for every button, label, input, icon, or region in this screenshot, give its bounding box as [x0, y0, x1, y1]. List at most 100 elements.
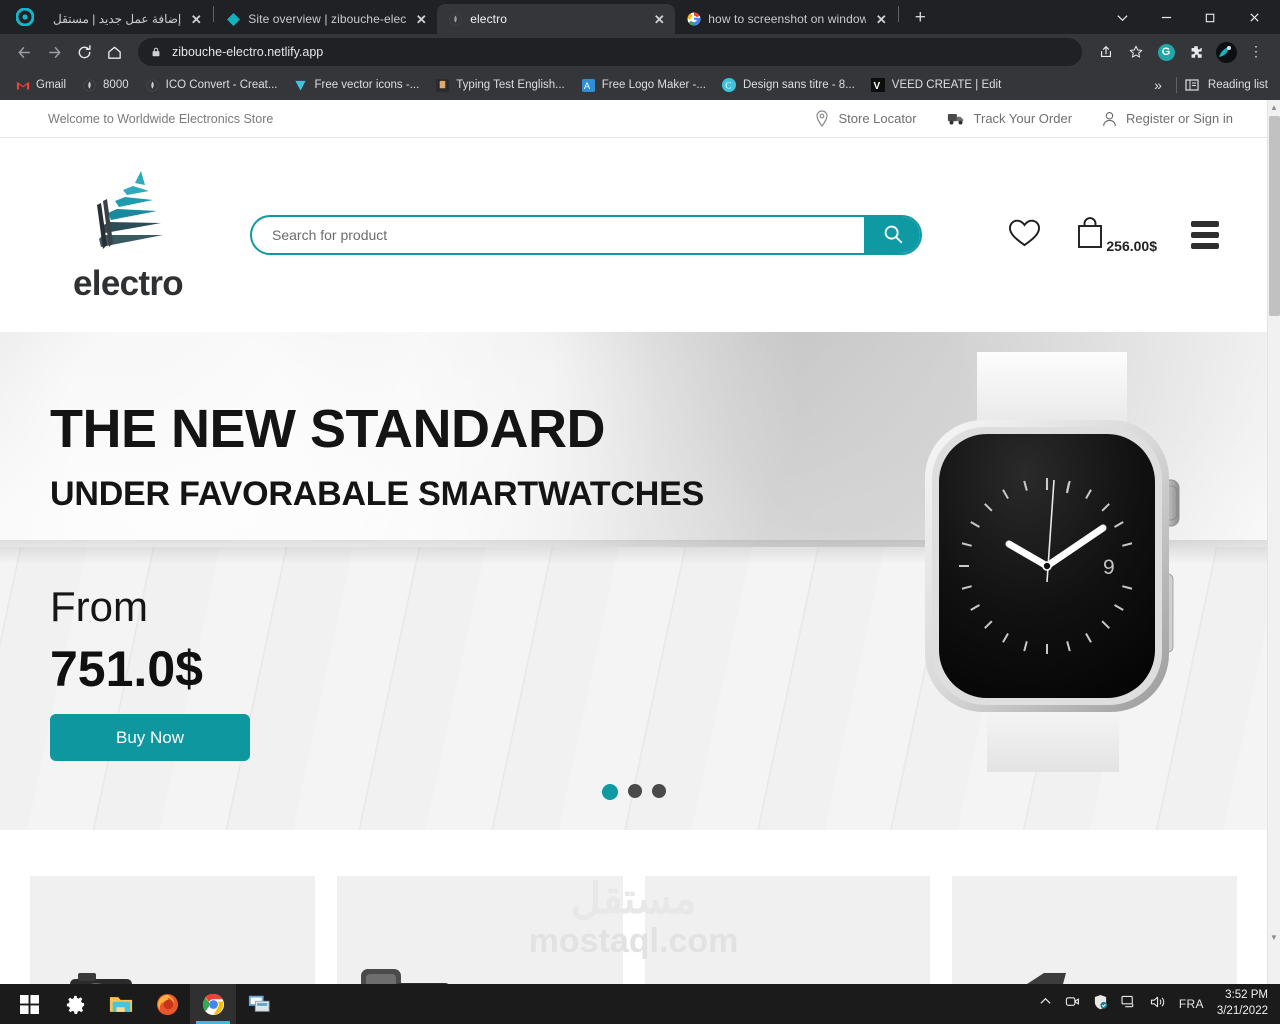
security-shield-icon[interactable]: [1093, 994, 1108, 1015]
remote-desktop-icon[interactable]: [236, 984, 282, 1024]
reading-list-label[interactable]: Reading list: [1208, 79, 1268, 91]
search-icon: [882, 223, 904, 248]
bookmark-item[interactable]: A Free Logo Maker -...: [574, 75, 713, 96]
tab-close-icon[interactable]: ✕: [188, 11, 204, 27]
carousel-dot-2[interactable]: [627, 784, 642, 798]
bookmark-item[interactable]: Typing Test English...: [428, 75, 571, 96]
user-icon: [1102, 111, 1117, 127]
google-icon: [686, 12, 701, 27]
bookmark-label: Free Logo Maker -...: [601, 79, 706, 91]
url-text: zibouche-electro.netlify.app: [172, 45, 324, 59]
close-icon[interactable]: [1232, 1, 1276, 33]
kebab-menu-icon[interactable]: ⋮: [1242, 38, 1270, 66]
product-card[interactable]: Get the Big DEALS: [951, 876, 1237, 984]
bookmark-star-icon[interactable]: [1122, 38, 1150, 66]
track-order-link[interactable]: Track Your Order: [947, 111, 1072, 126]
product-card[interactable]: Get the Big DEALS: [644, 876, 930, 984]
search-bar[interactable]: [250, 215, 922, 255]
topbar-links: Store Locator Track Your Order Register …: [815, 110, 1233, 127]
grammarly-extension-icon[interactable]: G: [1152, 38, 1180, 66]
canva-icon: C: [722, 78, 737, 93]
carousel-dot-1[interactable]: [601, 784, 618, 800]
bookmark-item[interactable]: ICO Convert - Creat...: [138, 75, 285, 96]
minimize-icon[interactable]: [1144, 1, 1188, 33]
browser-tab[interactable]: إضافة عمل جديد | مستقل ✕: [42, 4, 212, 34]
share-icon[interactable]: [1092, 38, 1120, 66]
cart-button[interactable]: 256.00$: [1075, 216, 1157, 255]
globe-icon: [145, 78, 160, 93]
clock[interactable]: 3:52 PM 3/21/2022: [1217, 988, 1268, 1019]
bookmarks-bar: Gmail 8000 ICO Convert - Creat... Free v…: [0, 70, 1280, 100]
windows-start-icon[interactable]: [6, 984, 52, 1024]
reload-icon[interactable]: [70, 38, 98, 66]
page-scrollbar[interactable]: ▲ ▼: [1267, 100, 1280, 984]
browser-tab[interactable]: Site overview | zibouche-electro ✕: [215, 4, 437, 34]
divider: [1175, 77, 1177, 93]
typing-icon: [435, 78, 450, 93]
cart-total: 256.00$: [1106, 237, 1157, 254]
carousel-dot-3[interactable]: [651, 784, 666, 798]
bookmarks-overflow-button[interactable]: »: [1148, 77, 1168, 93]
back-icon[interactable]: [10, 38, 38, 66]
product-cards-row: Get the Big DEALS Get the Big DEALS: [0, 830, 1267, 984]
bookmark-item[interactable]: 8000: [75, 75, 136, 96]
electro-logo-icon: [83, 169, 173, 262]
puzzle-extension-icon[interactable]: [1182, 38, 1210, 66]
scroll-down-arrow-icon[interactable]: ▼: [1268, 930, 1280, 944]
site-topbar: Welcome to Worldwide Electronics Store S…: [0, 100, 1267, 138]
wishlist-button[interactable]: [1008, 218, 1041, 253]
tab-title: how to screenshot on windows 1: [708, 12, 867, 26]
tab-close-icon[interactable]: ✕: [413, 11, 429, 27]
carousel-dots: [0, 784, 1267, 800]
firefox-icon[interactable]: [144, 984, 190, 1024]
bookmark-label: VEED CREATE | Edit: [891, 79, 1002, 91]
smartwatch-image: 9: [899, 352, 1209, 777]
scroll-up-arrow-icon[interactable]: ▲: [1268, 100, 1280, 114]
website-content: Welcome to Worldwide Electronics Store S…: [0, 100, 1267, 984]
product-card[interactable]: Get the Big DEALS: [337, 876, 623, 984]
store-locator-link[interactable]: Store Locator: [815, 110, 917, 127]
search-button[interactable]: [864, 217, 920, 253]
chevron-up-icon[interactable]: [1039, 995, 1052, 1013]
browser-tab[interactable]: how to screenshot on windows 1 ✕: [675, 4, 897, 34]
settings-gear-icon[interactable]: [52, 984, 98, 1024]
location-pin-icon: [815, 110, 829, 127]
product-card[interactable]: Get the Big DEALS: [30, 876, 316, 984]
register-signin-link[interactable]: Register or Sign in: [1102, 111, 1233, 127]
tab-close-icon[interactable]: ✕: [873, 11, 889, 27]
tab-close-icon[interactable]: ✕: [651, 11, 667, 27]
new-tab-button[interactable]: +: [906, 4, 934, 32]
file-explorer-icon[interactable]: [98, 984, 144, 1024]
svg-text:V: V: [874, 81, 881, 92]
volume-icon[interactable]: [1150, 995, 1166, 1014]
profile-avatar[interactable]: [1212, 38, 1240, 66]
network-icon[interactable]: [1121, 995, 1137, 1014]
system-tray: FRA 3:52 PM 3/21/2022: [1039, 988, 1280, 1019]
logomaker-icon: A: [581, 78, 596, 93]
bookmark-item[interactable]: C Design sans titre - 8...: [715, 75, 862, 96]
forward-icon[interactable]: [40, 38, 68, 66]
bookmark-item[interactable]: Free vector icons -...: [286, 75, 426, 96]
browser-tab-active[interactable]: electro ✕: [437, 4, 676, 34]
bookmark-item[interactable]: V VEED CREATE | Edit: [864, 75, 1009, 96]
site-logo[interactable]: electro: [48, 169, 208, 301]
toolbar-right-icons: G ⋮: [1092, 38, 1270, 66]
scrollbar-thumb[interactable]: [1269, 116, 1280, 316]
home-icon[interactable]: [100, 38, 128, 66]
hamburger-menu-icon[interactable]: [1191, 221, 1219, 249]
restore-icon[interactable]: [1188, 1, 1232, 33]
camera-product-image: [48, 961, 163, 984]
tab-title: electro: [470, 12, 507, 26]
tab-list-chevron-down-icon[interactable]: [1100, 1, 1144, 33]
bookmark-item[interactable]: Gmail: [8, 75, 73, 96]
tab-divider: [898, 6, 900, 22]
buy-now-button[interactable]: Buy Now: [50, 714, 250, 762]
camera-icon[interactable]: [1065, 994, 1080, 1014]
address-bar[interactable]: zibouche-electro.netlify.app: [138, 38, 1082, 66]
search-input[interactable]: [252, 217, 864, 253]
bookmark-label: Gmail: [36, 79, 67, 91]
welcome-text: Welcome to Worldwide Electronics Store: [48, 111, 274, 126]
gmail-icon: [15, 78, 30, 93]
chrome-icon[interactable]: [190, 984, 236, 1024]
language-indicator[interactable]: FRA: [1179, 997, 1204, 1011]
